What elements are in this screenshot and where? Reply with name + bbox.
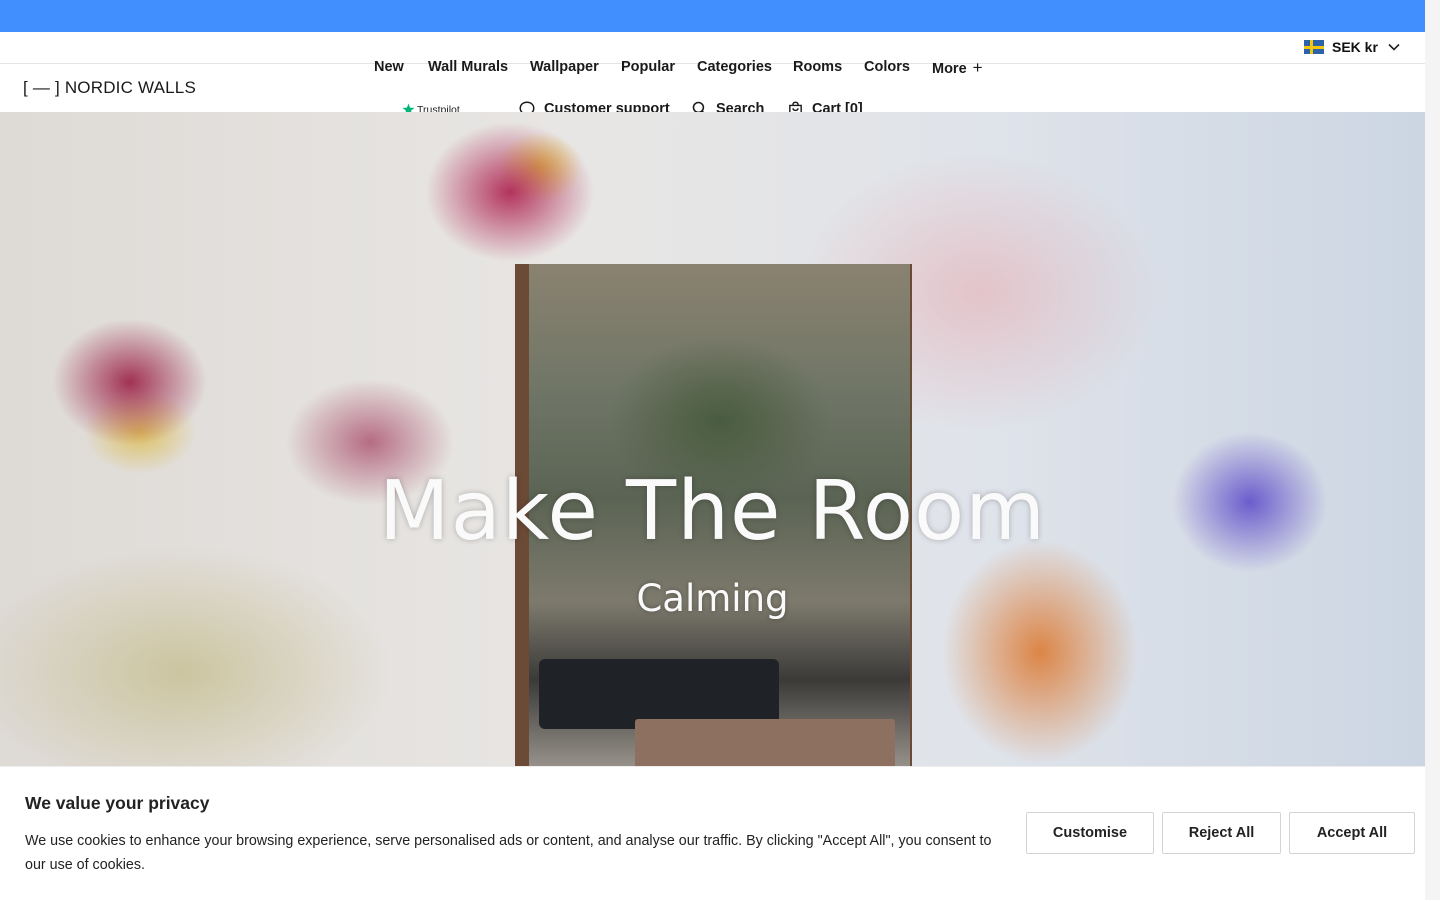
reject-all-button[interactable]: Reject All — [1162, 812, 1281, 854]
sweden-flag-icon — [1304, 40, 1324, 54]
nav-wallpaper[interactable]: Wallpaper — [530, 59, 599, 75]
cookie-title: We value your privacy — [25, 793, 210, 813]
room-table — [635, 719, 895, 767]
site-logo[interactable]: [ — ] NORDIC WALLS — [23, 78, 196, 98]
hero-headline: Make The Room — [378, 464, 1047, 559]
nav-more[interactable]: More + — [932, 59, 983, 77]
customise-button[interactable]: Customise — [1026, 812, 1154, 854]
accept-all-button[interactable]: Accept All — [1289, 812, 1415, 854]
nav-colors[interactable]: Colors — [864, 59, 910, 75]
hero-banner[interactable]: Make The Room Calming — [0, 112, 1425, 767]
page-scrollbar[interactable] — [1425, 0, 1440, 900]
top-announcement-bar — [0, 0, 1425, 32]
site-header: SEK kr [ — ] NORDIC WALLS New Wall Mural… — [0, 32, 1425, 118]
chevron-down-icon — [1388, 43, 1400, 51]
nav-categories[interactable]: Categories — [697, 59, 772, 75]
cookie-consent-banner: We value your privacy We use cookies to … — [0, 766, 1425, 901]
nav-popular[interactable]: Popular — [621, 59, 675, 75]
currency-label: SEK kr — [1332, 39, 1378, 55]
nav-rooms[interactable]: Rooms — [793, 59, 842, 75]
currency-selector[interactable]: SEK kr — [1304, 39, 1400, 55]
hero-subline: Calming — [636, 577, 789, 620]
cookie-description: We use cookies to enhance your browsing … — [25, 833, 992, 873]
nav-new[interactable]: New — [374, 59, 404, 75]
plus-icon: + — [972, 58, 983, 77]
nav-wall-murals[interactable]: Wall Murals — [428, 59, 508, 75]
nav-more-label: More — [932, 61, 967, 77]
